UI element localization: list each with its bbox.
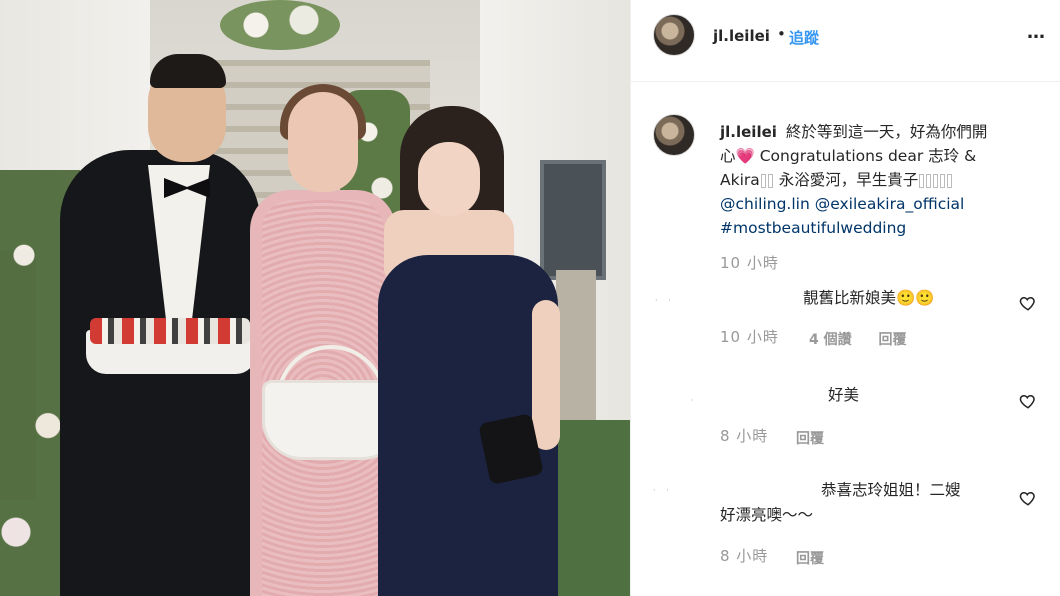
photo-door	[540, 160, 606, 280]
hashtag-link[interactable]: #mostbeautifulwedding	[720, 216, 1050, 240]
comment-1-text: 靚舊比新娘美🙂🙂	[803, 289, 935, 307]
photo-tray-candies	[90, 318, 250, 344]
heart-outline-icon[interactable]	[1019, 392, 1037, 410]
missing-glyph-icon	[919, 173, 925, 188]
comment-2-text: 好美	[828, 386, 860, 404]
photo-woman1-face	[288, 92, 358, 192]
post-side-panel: jl.leilei • 追蹤 … jl.leilei 終於等到這一天，好為你們開…	[630, 0, 1060, 596]
caption-timestamp[interactable]: 10 小時	[720, 252, 779, 273]
caption-avatar[interactable]	[653, 114, 695, 156]
photo-flowers-top	[220, 0, 340, 50]
missing-glyph-icon	[947, 173, 953, 188]
comment-3-actions: 回覆	[796, 548, 846, 568]
hidden-username-dots: · ·	[655, 296, 675, 305]
follow-button[interactable]: 追蹤	[789, 27, 819, 48]
photo-woman2-arm	[532, 300, 560, 450]
comment-3-line2: 好漂亮噢～～	[720, 506, 814, 524]
ellipsis-icon[interactable]: …	[1027, 22, 1046, 43]
avatar[interactable]	[653, 14, 695, 56]
heart-outline-icon[interactable]	[1019, 294, 1037, 312]
post-photo[interactable]	[0, 0, 630, 596]
photo-man-hair	[150, 54, 226, 88]
comment-3-timestamp[interactable]: 8 小時	[720, 545, 768, 566]
caption-text: jl.leilei 終於等到這一天，好為你們開 心💗 Congratulatio…	[720, 120, 1050, 240]
post-header: jl.leilei • 追蹤 …	[631, 0, 1060, 82]
comment-1-reply-button[interactable]: 回覆	[879, 332, 907, 348]
hidden-username-dots: · ·	[653, 486, 673, 495]
comment-3-reply-button[interactable]: 回覆	[796, 551, 824, 567]
caption-line2: 心💗 Congratulations dear 志玲 &	[720, 147, 977, 165]
caption-akira: Akira	[720, 171, 760, 189]
comment-1-likes[interactable]: 4 個讚	[809, 332, 852, 348]
missing-glyph-icon	[940, 173, 946, 188]
missing-glyph-icon	[767, 173, 773, 188]
comment-1-timestamp[interactable]: 10 小時	[720, 326, 779, 347]
missing-glyph-icon	[933, 173, 939, 188]
hidden-username-dots: ·	[691, 396, 698, 405]
comment-3-text: 恭喜志玲姐姐！二嫂 好漂亮噢～～	[720, 478, 1020, 528]
caption-blessing: 永浴愛河，早生貴子	[778, 171, 919, 189]
comment-1-actions: 4 個讚 回覆	[809, 329, 929, 349]
comment-2-actions: 回覆	[796, 428, 846, 448]
caption-line3: Akira 永浴愛河，早生貴子	[720, 168, 1050, 192]
separator-dot: •	[777, 25, 786, 43]
username-link[interactable]: jl.leilei	[713, 27, 770, 45]
mention-akira[interactable]: @exileakira_official	[815, 195, 965, 213]
comment-3-line1: 恭喜志玲姐姐！二嫂	[821, 481, 961, 499]
photo-woman2-face	[418, 142, 480, 216]
comment-2-reply-button[interactable]: 回覆	[796, 431, 824, 447]
caption-username[interactable]: jl.leilei	[720, 123, 777, 141]
mention-chiling[interactable]: @chiling.lin	[720, 195, 810, 213]
heart-outline-icon[interactable]	[1019, 489, 1037, 507]
caption-line1: 終於等到這一天，好為你們開	[785, 123, 988, 141]
comment-2-timestamp[interactable]: 8 小時	[720, 425, 768, 446]
missing-glyph-icon	[760, 173, 766, 188]
missing-glyph-icon	[926, 173, 932, 188]
